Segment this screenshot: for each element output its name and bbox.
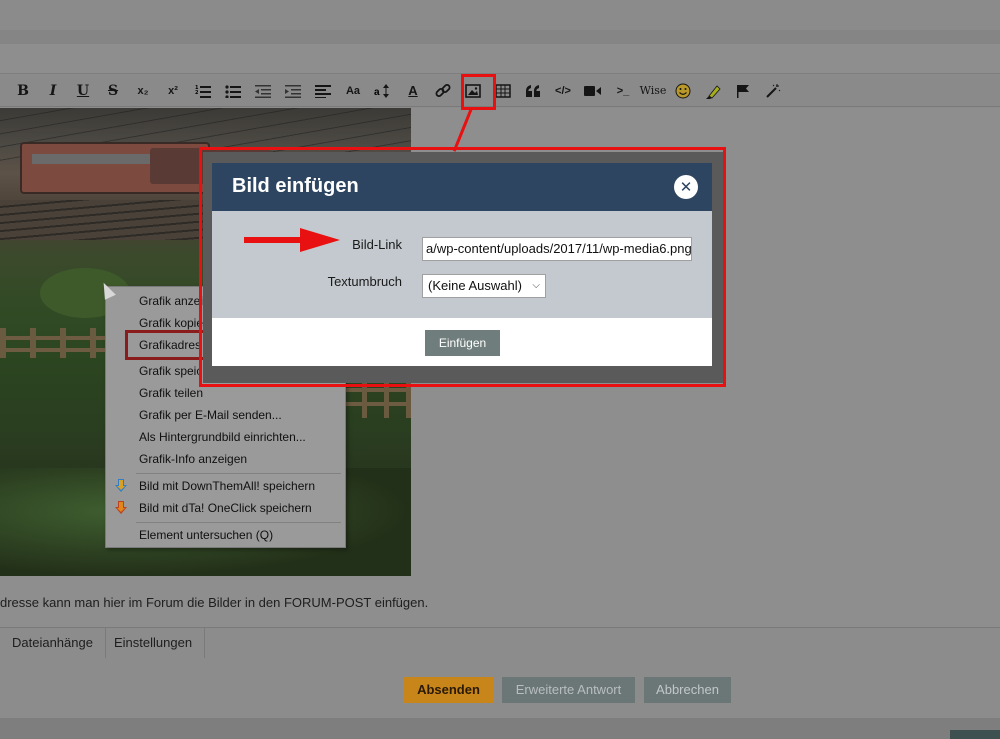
- ordered-list-icon[interactable]: 12: [188, 77, 218, 105]
- code-icon[interactable]: </>: [548, 77, 578, 105]
- dialog-header: Bild einfügen ✕: [212, 163, 712, 211]
- underline-button[interactable]: U: [68, 77, 98, 105]
- submit-button[interactable]: Absenden: [403, 677, 494, 703]
- svg-text:2: 2: [195, 90, 199, 96]
- ctx-separator: [136, 522, 341, 523]
- tab-attachments[interactable]: Dateianhänge: [0, 628, 106, 658]
- image-button-highlight: [461, 74, 496, 110]
- downthemall-icon: [115, 479, 127, 492]
- ctx-dta-oneclick-label: Bild mit dTa! OneClick speichern: [139, 501, 312, 515]
- smiley-icon[interactable]: [668, 77, 698, 105]
- indent-icon[interactable]: [278, 77, 308, 105]
- bold-button[interactable]: B: [8, 77, 38, 105]
- cancel-button[interactable]: Abbrechen: [644, 677, 731, 703]
- svg-text:a: a: [374, 87, 380, 98]
- link-icon[interactable]: [428, 77, 458, 105]
- line-height-icon[interactable]: a: [368, 77, 398, 105]
- insert-image-dialog: Bild einfügen ✕ Bild-Link a/wp-content/u…: [212, 163, 712, 366]
- magic-wand-icon[interactable]: [758, 77, 788, 105]
- insert-button[interactable]: Einfügen: [425, 330, 500, 356]
- footer-element: [950, 730, 1000, 739]
- extended-reply-button[interactable]: Erweiterte Antwort: [502, 677, 635, 703]
- editor-hint-text: dresse kann man hier im Forum die Bilder…: [0, 595, 429, 610]
- align-icon[interactable]: [308, 77, 338, 105]
- tab-settings[interactable]: Einstellungen: [102, 628, 206, 658]
- subscript-button[interactable]: x₂: [128, 77, 158, 105]
- text-wrap-select[interactable]: (Keine Auswahl) ⌵: [422, 274, 546, 298]
- dialog-title: Bild einfügen: [232, 175, 359, 197]
- terminal-button[interactable]: >_: [608, 77, 638, 105]
- editor-toolbar: B I U S x₂ x² 12 Aa a A </> >_ Wise: [0, 75, 1000, 107]
- italic-button[interactable]: I: [38, 77, 68, 105]
- ctx-inspect-element[interactable]: Element untersuchen (Q): [106, 525, 345, 545]
- dta-oneclick-icon: [115, 501, 127, 514]
- chevron-down-icon: ⌵: [532, 280, 540, 291]
- wise-button[interactable]: Wise: [638, 77, 668, 105]
- ctx-separator: [136, 473, 341, 474]
- ctx-dta-oneclick-save[interactable]: Bild mit dTa! OneClick speichern: [106, 498, 345, 518]
- bullet-list-icon[interactable]: [218, 77, 248, 105]
- annotation-arrow-icon: [300, 228, 340, 252]
- dialog-footer: Einfügen: [212, 318, 712, 366]
- ctx-downthemall-label: Bild mit DownThemAll! speichern: [139, 479, 316, 493]
- page-band: [0, 30, 1000, 44]
- ctx-image-info[interactable]: Grafik-Info anzeigen: [106, 449, 345, 469]
- annotation-arrow-shaft: [244, 237, 306, 243]
- close-icon[interactable]: ✕: [674, 175, 698, 199]
- ctx-downthemall-save[interactable]: Bild mit DownThemAll! speichern: [106, 476, 345, 496]
- font-size-button[interactable]: Aa: [338, 77, 368, 105]
- highlighter-icon[interactable]: [698, 77, 728, 105]
- quote-icon[interactable]: [518, 77, 548, 105]
- page-header-dimmed: [0, 0, 1000, 30]
- video-icon[interactable]: [578, 77, 608, 105]
- flag-icon[interactable]: [728, 77, 758, 105]
- ctx-set-background[interactable]: Als Hintergrundbild einrichten...: [106, 427, 345, 447]
- outdent-icon[interactable]: [248, 77, 278, 105]
- text-wrap-value: (Keine Auswahl): [428, 278, 522, 293]
- image-link-input[interactable]: a/wp-content/uploads/2017/11/wp-media6.p…: [422, 237, 692, 261]
- superscript-button[interactable]: x²: [158, 77, 188, 105]
- ctx-email-image[interactable]: Grafik per E-Mail senden...: [106, 405, 345, 425]
- page-footer: [0, 718, 1000, 739]
- editor-strip: [0, 44, 1000, 74]
- text-wrap-label: Textumbruch: [327, 274, 402, 289]
- text-color-button[interactable]: A: [398, 77, 428, 105]
- strikethrough-button[interactable]: S: [98, 77, 128, 105]
